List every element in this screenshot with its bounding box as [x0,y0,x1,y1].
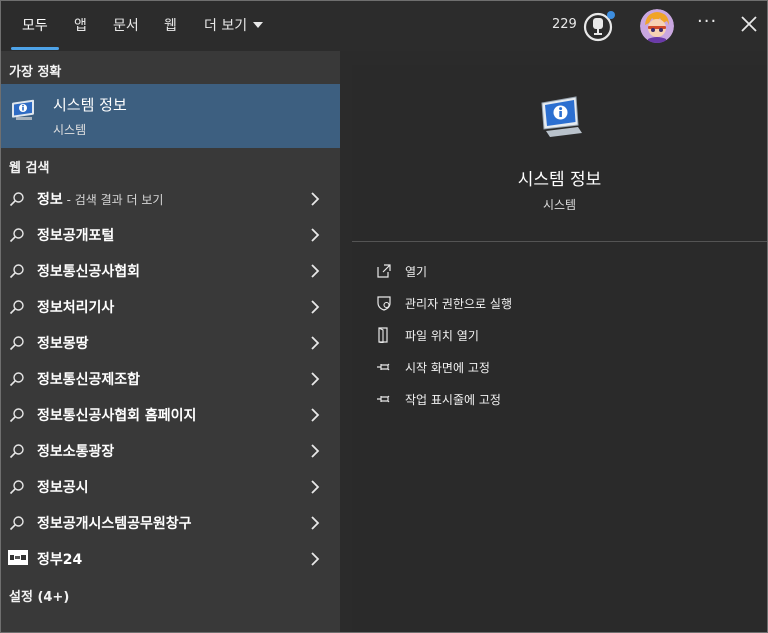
divider [352,241,767,242]
web-result-item[interactable]: 정부24 [1,541,340,577]
search-icon [9,228,24,243]
action-label: 작업 표시줄에 고정 [405,393,501,407]
top-bar: 모두 앱 문서 웹 더 보기 229 ··· [1,1,767,51]
chevron-right-icon [311,192,320,206]
web-result-label: 정보몽땅 [37,336,89,352]
action-label: 시작 화면에 고정 [405,361,490,375]
web-result-label: 정보공개포털 [37,228,115,244]
web-result-item[interactable]: 정보 - 검색 결과 더 보기 [1,181,340,217]
settings-heading[interactable]: 설정 (4+) [9,586,69,605]
web-result-label: 정보통신공제조합 [37,372,141,388]
tab-documents[interactable]: 문서 [113,15,139,37]
search-icon [9,192,24,207]
caret-down-icon [253,22,264,28]
search-window: 모두 앱 문서 웹 더 보기 229 ··· 가장 정확 시스템 정보 시스템 … [0,0,768,633]
web-result-item[interactable]: 정보공시 [1,469,340,505]
avatar-image-icon [640,9,674,43]
best-match-heading: 가장 정확 [9,65,62,80]
action-label: 열기 [405,265,428,279]
best-match-item[interactable]: 시스템 정보 시스템 [1,84,340,148]
chevron-right-icon [311,228,320,242]
chevron-right-icon [311,300,320,314]
web-result-label: 정보소통광장 [37,444,115,460]
web-search-heading: 웹 검색 [9,161,50,176]
chevron-right-icon [311,480,320,494]
trophy-icon[interactable] [582,9,616,43]
pin-icon [377,395,390,403]
web-result-item[interactable]: 정보몽땅 [1,325,340,361]
chevron-right-icon [311,408,320,422]
preview-title: 시스템 정보 [517,170,602,190]
web-result-item[interactable]: 정보공개포털 [1,217,340,253]
preview-pane: 시스템 정보 시스템 열기 관리자 권한으로 실행 파일 위치 열기 시작 화면… [352,65,767,632]
preview-subtitle: 시스템 [542,198,577,212]
web-result-item[interactable]: 정보통신공제조합 [1,361,340,397]
file-location-icon [378,327,388,343]
chevron-right-icon [311,552,320,566]
active-tab-indicator [11,47,59,50]
rewards-points[interactable]: 229 [552,17,577,32]
action-label: 관리자 권한으로 실행 [405,297,512,311]
tab-web[interactable]: 웹 [164,15,177,37]
close-icon[interactable] [739,14,759,34]
search-icon [9,336,24,351]
search-icon [9,516,24,531]
search-icon [9,300,24,315]
search-icon [9,264,24,279]
web-result-label: 정보통신공사협회 홈페이지 [37,408,197,424]
shield-icon [377,296,391,311]
search-icon [9,480,24,495]
tab-more[interactable]: 더 보기 [204,15,264,37]
best-match-subtitle: 시스템 [53,123,87,137]
chevron-right-icon [311,336,320,350]
web-result-item[interactable]: 정보소통광장 [1,433,340,469]
best-match-title: 시스템 정보 [53,96,127,114]
web-result-label: 정보 [37,192,63,208]
web-result-item[interactable]: 정보처리기사 [1,289,340,325]
tab-more-label: 더 보기 [204,18,248,34]
chevron-right-icon [311,516,320,530]
pin-icon [377,363,390,371]
avatar[interactable] [640,9,674,43]
web-result-label: 정부24 [37,552,83,568]
more-options-button[interactable]: ··· [697,11,717,32]
gov24-logo-icon [8,550,28,565]
web-result-label: 정보공시 [37,480,89,496]
chevron-right-icon [311,264,320,278]
system-info-icon [12,99,34,120]
results-pane: 가장 정확 시스템 정보 시스템 웹 검색 정보 - 검색 결과 더 보기 정보… [1,51,340,632]
search-icon [9,444,24,459]
search-icon [9,408,24,423]
tab-apps[interactable]: 앱 [74,15,87,37]
chevron-right-icon [311,372,320,386]
search-icon [9,372,24,387]
chevron-right-icon [311,444,320,458]
system-info-icon [541,96,582,137]
web-result-suffix: - 검색 결과 더 보기 [62,193,164,207]
web-result-label: 정보공개시스템공무원창구 [37,516,192,532]
web-result-item[interactable]: 정보통신공사협회 홈페이지 [1,397,340,433]
web-result-item[interactable]: 정보통신공사협회 [1,253,340,289]
open-icon [377,264,391,278]
action-label: 파일 위치 열기 [405,329,479,343]
web-result-item[interactable]: 정보공개시스템공무원창구 [1,505,340,541]
web-result-label: 정보통신공사협회 [37,264,141,280]
tab-all[interactable]: 모두 [22,15,48,37]
web-result-label: 정보처리기사 [37,300,115,316]
